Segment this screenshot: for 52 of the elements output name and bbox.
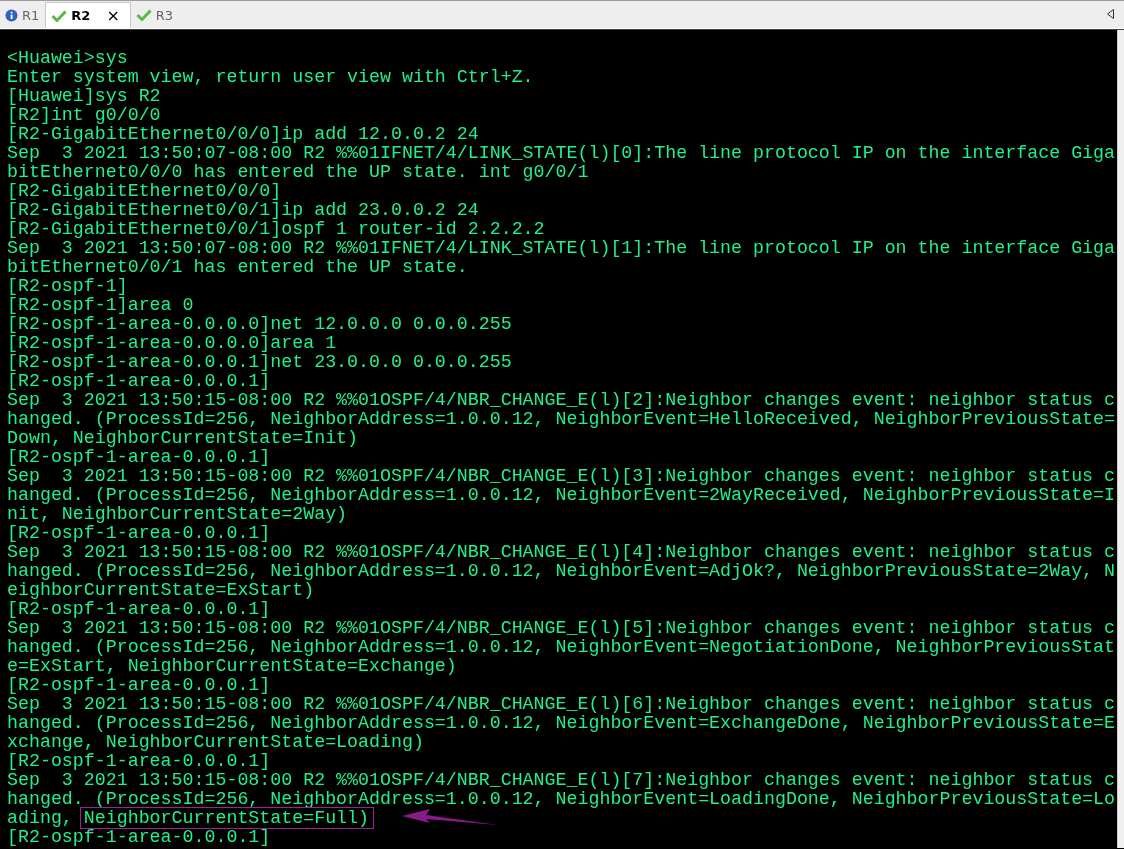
terminal-line: Sep 3 2021 13:50:15-08:00 R2 %%01OSPF/4/NBR_CHANGE_E(l)[3]:Neighbor changes event: neighbor status c [7,467,1117,486]
terminal-line: Sep 3 2021 13:50:15-08:00 R2 %%01OSPF/4/NBR_CHANGE_E(l)[4]:Neighbor changes event: neighbor status c [7,543,1117,562]
terminal-line: hanged. (ProcessId=256, NeighborAddress=1.0.0.12, NeighborEvent=LoadingDone, NeighborPreviousState=Lo [7,790,1117,809]
terminal-line: eighborCurrentState=ExStart) [7,581,316,600]
terminal-line: Enter system view, return user view with Ctrl+Z. [7,68,535,87]
terminal-line: hanged. (ProcessId=256, NeighborAddress=1.0.0.12, NeighborEvent=2WayReceived, NeighborPreviousState=I [7,486,1117,505]
terminal-line: [R2-ospf-1]area 0 [7,296,195,315]
terminal-line: [R2-GigabitEthernet0/0/0] [7,182,283,201]
terminal-line: Sep 3 2021 13:50:15-08:00 R2 %%01OSPF/4/NBR_CHANGE_E(l)[7]:Neighbor changes event: neighbor status c [7,771,1117,790]
terminal-line: [Huawei]sys R2 [7,87,162,106]
terminal-line: <Huawei>sys [7,49,129,68]
terminal-line: nit, NeighborCurrentState=2Way) [7,505,349,524]
caret-left-icon[interactable] [1107,9,1114,19]
tab[interactable]: R3 [130,2,180,28]
tab[interactable]: R1 [0,2,46,28]
check-icon [51,9,68,22]
terminal-line: Sep 3 2021 13:50:15-08:00 R2 %%01OSPF/4/NBR_CHANGE_E(l)[6]:Neighbor changes event: neighbor status c [7,695,1117,714]
terminal-line: [R2-ospf-1-area-0.0.0.1]net 23.0.0.0 0.0.0.255 [7,353,513,372]
terminal-line: [R2-ospf-1-area-0.0.0.1] [7,372,272,391]
terminal-line: Down, NeighborCurrentState=Init) [7,429,360,448]
terminal-line: [R2]int g0/0/0 [7,106,162,125]
terminal-line: [R2-ospf-1] [7,277,129,296]
terminal-line: [R2-ospf-1-area-0.0.0.0]net 12.0.0.0 0.0.0.255 [7,315,513,334]
terminal-line: xchange, NeighborCurrentState=Loading) [7,733,425,752]
terminal-line: Sep 3 2021 13:50:07-08:00 R2 %%01IFNET/4/LINK_STATE(l)[1]:The line protocol IP on the interface Giga [7,239,1117,258]
terminal-line: Sep 3 2021 13:50:15-08:00 R2 %%01OSPF/4/NBR_CHANGE_E(l)[5]:Neighbor changes event: neighbor status c [7,619,1117,638]
info-icon [5,8,18,22]
terminal-line: hanged. (ProcessId=256, NeighborAddress=1.0.0.12, NeighborEvent=AdjOk?, NeighborPreviousState=2Way, N [7,562,1117,581]
terminal-line: ading, [7,808,74,828]
terminal-line: [R2-GigabitEthernet0/0/1]ospf 1 router-id 2.2.2.2 [7,220,546,239]
highlighted-text: NeighborCurrentState=Full) [79,807,375,829]
tab[interactable]: R2 × [45,2,131,28]
terminal-line: bitEthernet0/0/1 has entered the UP state. [7,258,469,277]
scroll-bar[interactable] [1117,30,1124,848]
close-button[interactable]: × [106,6,120,25]
terminal-line: [R2-ospf-1-area-0.0.0.1] [7,676,272,695]
terminal-line: [R2-ospf-1-area-0.0.0.1] [7,524,272,543]
terminal-line: hanged. (ProcessId=256, NeighborAddress=1.0.0.12, NeighborEvent=HelloReceived, NeighborPreviousState= [7,410,1117,429]
terminal-line: hanged. (ProcessId=256, NeighborAddress=1.0.0.12, NeighborEvent=ExchangeDone, NeighborPreviousState=E [7,714,1117,733]
terminal-line: [R2-ospf-1-area-0.0.0.1] [7,600,272,619]
terminal-line: Sep 3 2021 13:50:15-08:00 R2 %%01OSPF/4/NBR_CHANGE_E(l)[2]:Neighbor changes event: neighbor status c [7,391,1117,410]
terminal-line: [R2-ospf-1-area-0.0.0.0]area 1 [7,334,338,353]
terminal-line: [R2-GigabitEthernet0/0/0]ip add 12.0.0.2 24 [7,125,480,144]
check-icon [135,9,152,21]
terminal-line: Sep 3 2021 13:50:07-08:00 R2 %%01IFNET/4/LINK_STATE(l)[0]:The line protocol IP on the interface Giga [7,144,1117,163]
terminal-line: [R2-ospf-1-area-0.0.0.1] [7,828,272,847]
terminal-line: [R2-GigabitEthernet0/0/1]ip add 23.0.0.2 24 [7,201,480,220]
terminal-line: [R2-ospf-1-area-0.0.0.1] [7,752,272,771]
terminal-line: [R2-ospf-1-area-0.0.0.1] [7,448,272,467]
terminal-line: hanged. (ProcessId=256, NeighborAddress=1.0.0.12, NeighborEvent=NegotiationDone, NeighborPreviousStat [7,638,1117,657]
terminal-line: bitEthernet0/0/0 has entered the UP state. int g0/0/1 [7,163,590,182]
terminal-line: e=ExStart, NeighborCurrentState=Exchange) [7,657,458,676]
